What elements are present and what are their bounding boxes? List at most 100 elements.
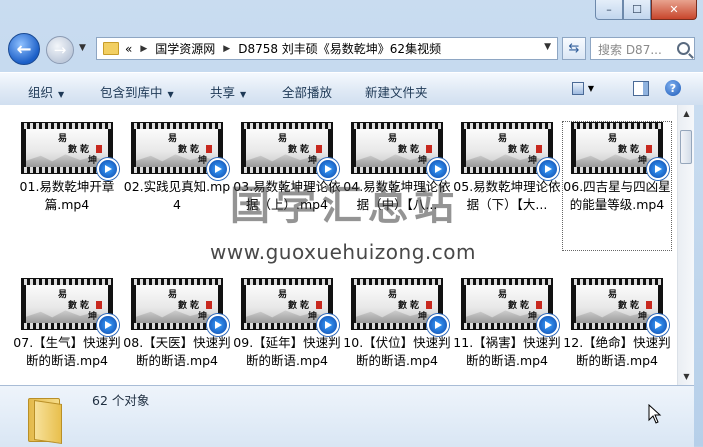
explorer-window: – ☐ ✕ ← → ▼ « ▶ 国学资源网 ▶ D8758 刘丰硕《易数乾坤》6…: [0, 0, 703, 447]
file-item[interactable]: 易數乾坤 06.四吉星与四凶星的能量等级.mp4: [562, 121, 672, 251]
video-thumbnail: 易數乾坤: [131, 278, 229, 336]
thumbnail-glyph: 坤: [198, 156, 208, 166]
address-bar[interactable]: « ▶ 国学资源网 ▶ D8758 刘丰硕《易数乾坤》62集视频 ▼: [96, 37, 558, 60]
file-name: 05.易数乾坤理论依据（下）【大...: [453, 179, 561, 212]
thumbnail-frame: 易數乾坤: [246, 285, 328, 323]
red-seal-icon: [206, 301, 212, 309]
media-player-icon: [207, 158, 229, 180]
breadcrumb-overflow[interactable]: «: [125, 42, 132, 56]
file-name: 12.【绝命】快速判断的断语.mp4: [563, 335, 671, 368]
thumbnail-frame: 易數乾坤: [356, 129, 438, 167]
thumbnail-glyph: 易: [388, 290, 398, 300]
red-seal-icon: [536, 301, 542, 309]
help-button[interactable]: ?: [662, 78, 684, 98]
file-item[interactable]: 易數乾坤 05.易数乾坤理论依据（下）【大...: [452, 122, 562, 214]
view-icon: [572, 81, 584, 95]
file-name: 06.四吉星与四凶星的能量等级.mp4: [563, 179, 671, 212]
file-name: 10.【伏位】快速判断的断语.mp4: [343, 335, 451, 368]
file-item[interactable]: 易數乾坤 02.实践见真知.mp4: [122, 122, 232, 214]
thumbnail-glyph: 坤: [88, 312, 98, 322]
thumbnail-frame: 易數乾坤: [466, 285, 548, 323]
video-thumbnail: 易數乾坤: [351, 278, 449, 336]
file-item[interactable]: 易數乾坤 11.【祸害】快速判断的断语.mp4: [452, 278, 562, 370]
share-menu[interactable]: 共享 ▼: [210, 82, 246, 101]
thumbnail-glyph: 易: [388, 134, 398, 144]
video-thumbnail: 易數乾坤: [21, 278, 119, 336]
include-library-label: 包含到库中: [100, 85, 163, 100]
file-item[interactable]: 易數乾坤 10.【伏位】快速判断的断语.mp4: [342, 278, 452, 370]
play-all-button[interactable]: 全部播放: [282, 82, 332, 101]
close-button[interactable]: ✕: [651, 0, 697, 20]
forward-arrow-icon: →: [53, 41, 67, 59]
thumbnail-glyph: 易: [58, 134, 68, 144]
thumbnail-frame: 易數乾坤: [26, 129, 108, 167]
thumbnail-glyph: 易: [168, 290, 178, 300]
thumbnail-glyph: 易: [278, 134, 288, 144]
thumbnail-glyph: 數: [68, 301, 78, 311]
red-seal-icon: [316, 301, 322, 309]
thumbnail-glyph: 坤: [198, 312, 208, 322]
red-seal-icon: [426, 145, 432, 153]
thumbnail-frame: 易數乾坤: [136, 285, 218, 323]
thumbnail-glyph: 坤: [308, 156, 318, 166]
chevron-down-icon: ▼: [240, 90, 247, 99]
thumbnail-glyph: 數: [508, 301, 518, 311]
thumbnail-glyph: 數: [178, 145, 188, 155]
thumbnail-frame: 易數乾坤: [466, 129, 548, 167]
media-player-icon: [97, 314, 119, 336]
file-item[interactable]: 易數乾坤 08.【天医】快速判断的断语.mp4: [122, 278, 232, 370]
new-folder-button[interactable]: 新建文件夹: [365, 82, 428, 101]
thumbnail-glyph: 易: [498, 134, 508, 144]
media-player-icon: [647, 314, 669, 336]
file-item[interactable]: 易數乾坤 12.【绝命】快速判断的断语.mp4: [562, 278, 672, 370]
preview-pane-button[interactable]: [630, 78, 652, 98]
recent-pages-dropdown-icon[interactable]: ▼: [79, 43, 86, 53]
chevron-right-icon[interactable]: ▶: [223, 44, 230, 54]
watermark-url: www.guoxuehuizong.com: [210, 240, 476, 264]
organize-menu[interactable]: 组织 ▼: [28, 82, 64, 101]
media-player-icon: [207, 314, 229, 336]
caption-buttons: – ☐ ✕: [595, 0, 697, 20]
thumbnail-frame: 易數乾坤: [136, 129, 218, 167]
address-dropdown-icon[interactable]: ▼: [544, 42, 551, 52]
watermark-title: 国学汇总站: [230, 183, 460, 229]
folder-large-icon: [28, 398, 62, 444]
include-library-menu[interactable]: 包含到库中 ▼: [100, 82, 174, 101]
chevron-down-icon: ▼: [58, 90, 65, 99]
change-view-button[interactable]: ▼: [572, 78, 594, 98]
search-input[interactable]: 搜索 D87...: [590, 37, 695, 60]
vertical-scrollbar[interactable]: ▲ ▼: [677, 105, 695, 385]
thumbnail-frame: 易數乾坤: [246, 129, 328, 167]
refresh-button[interactable]: ⇆: [562, 37, 586, 60]
back-button[interactable]: ←: [8, 33, 40, 65]
thumbnail-glyph: 易: [498, 290, 508, 300]
thumbnail-glyph: 數: [178, 301, 188, 311]
media-player-icon: [537, 158, 559, 180]
scroll-up-icon[interactable]: ▲: [678, 105, 695, 122]
minimize-button[interactable]: –: [595, 0, 623, 20]
red-seal-icon: [316, 145, 322, 153]
breadcrumb-item[interactable]: D8758 刘丰硕《易数乾坤》62集视频: [238, 40, 441, 57]
video-thumbnail: 易數乾坤: [461, 278, 559, 336]
chevron-down-icon: ▼: [587, 83, 594, 93]
preview-pane-icon: [633, 80, 649, 96]
maximize-button[interactable]: ☐: [623, 0, 651, 20]
file-item[interactable]: 易數乾坤 07.【生气】快速判断的断语.mp4: [12, 278, 122, 370]
thumbnail-glyph: 數: [288, 301, 298, 311]
forward-button[interactable]: →: [46, 36, 74, 64]
thumbnail-glyph: 數: [398, 301, 408, 311]
chevron-right-icon[interactable]: ▶: [140, 44, 147, 54]
file-name: 11.【祸害】快速判断的断语.mp4: [453, 335, 561, 368]
thumbnail-glyph: 坤: [528, 312, 538, 322]
media-player-icon: [427, 314, 449, 336]
thumbnail-glyph: 坤: [308, 312, 318, 322]
file-item[interactable]: 易數乾坤 01.易数乾坤开章篇.mp4: [12, 122, 122, 214]
breadcrumb-item[interactable]: 国学资源网: [155, 40, 215, 57]
file-item[interactable]: 易數乾坤 09.【延年】快速判断的断语.mp4: [232, 278, 342, 370]
thumbnail-frame: 易數乾坤: [26, 285, 108, 323]
scroll-thumb[interactable]: [680, 130, 692, 164]
file-name: 01.易数乾坤开章篇.mp4: [19, 179, 115, 212]
organize-label: 组织: [28, 85, 54, 100]
scroll-down-icon[interactable]: ▼: [678, 368, 695, 385]
media-player-icon: [537, 314, 559, 336]
